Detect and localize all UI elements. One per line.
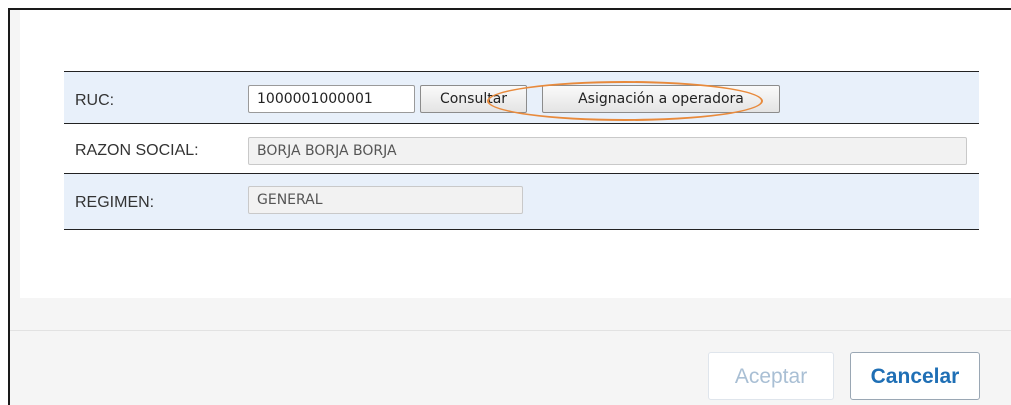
consultar-button[interactable]: Consultar [420, 85, 527, 113]
aceptar-button[interactable]: Aceptar [708, 352, 834, 400]
razon-social-label: RAZON SOCIAL: [75, 142, 199, 159]
ruc-form-table: RUC: Consultar Asignación a operadora RA… [64, 71, 979, 230]
regimen-row: REGIMEN: [64, 174, 979, 229]
regimen-field [248, 186, 523, 214]
razon-social-row: RAZON SOCIAL: [64, 124, 979, 174]
asignacion-operadora-button[interactable]: Asignación a operadora [542, 85, 780, 113]
razon-social-field [248, 137, 967, 165]
footer-divider [10, 330, 1011, 331]
ruc-label: RUC: [75, 92, 115, 109]
regimen-label: REGIMEN: [75, 194, 155, 211]
ruc-input[interactable] [248, 85, 415, 113]
dialog-content: RUC: Consultar Asignación a operadora RA… [20, 10, 1011, 298]
cancelar-button[interactable]: Cancelar [850, 352, 980, 400]
dialog: RUC: Consultar Asignación a operadora RA… [8, 8, 1011, 405]
ruc-row: RUC: Consultar Asignación a operadora [64, 72, 979, 124]
